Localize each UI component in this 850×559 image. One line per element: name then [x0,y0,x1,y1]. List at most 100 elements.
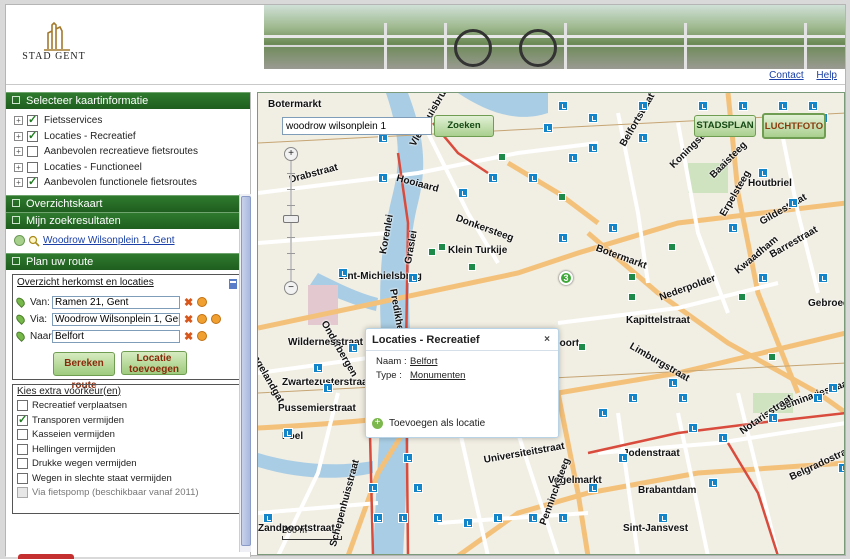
recreation-location-icon[interactable] [558,193,566,201]
section-layers[interactable]: Selecteer kaartinformatie [6,92,250,109]
bicycle-service-icon[interactable] [368,483,378,493]
recreation-location-icon[interactable] [628,273,636,281]
bicycle-service-icon[interactable] [828,383,838,393]
recreation-location-icon[interactable] [438,243,446,251]
recreation-location-icon[interactable] [738,293,746,301]
recreation-location-icon[interactable] [628,293,636,301]
to-input[interactable] [52,329,180,343]
map-search-input[interactable] [282,117,432,135]
bicycle-service-icon[interactable] [668,378,678,388]
search-button[interactable]: Zoeken [434,115,494,137]
expand-icon[interactable]: + [14,162,23,172]
bicycle-service-icon[interactable] [403,453,413,463]
add-as-location-link[interactable]: + Toevoegen als locatie [372,418,485,429]
bicycle-service-icon[interactable] [338,268,348,278]
bicycle-service-icon[interactable] [718,433,728,443]
expand-icon[interactable]: + [14,147,23,157]
bicycle-service-icon[interactable] [768,413,778,423]
close-icon[interactable]: × [544,329,550,351]
bicycle-service-icon[interactable] [688,423,698,433]
add-circle-icon[interactable] [14,235,25,246]
remove-icon[interactable]: ✖ [184,330,193,343]
move-down-icon[interactable] [197,314,208,324]
bicycle-service-icon[interactable] [558,513,568,523]
preference-checkbox[interactable] [17,443,28,455]
bicycle-service-icon[interactable] [588,143,598,153]
bicycle-service-icon[interactable] [528,513,538,523]
bicycle-service-icon[interactable] [408,273,418,283]
section-results[interactable]: Mijn zoekresultaten [6,211,250,229]
bicycle-service-icon[interactable] [618,453,628,463]
recreation-location-icon[interactable] [668,243,676,251]
bicycle-service-icon[interactable] [818,273,828,283]
calculate-route-button[interactable]: Bereken route [53,351,115,391]
bicycle-service-icon[interactable] [398,513,408,523]
bicycle-service-icon[interactable] [738,101,748,111]
bicycle-service-icon[interactable] [728,223,738,233]
bicycle-service-icon[interactable] [788,198,798,208]
bicycle-service-icon[interactable] [378,173,388,183]
via-input[interactable] [52,312,180,326]
move-up-icon[interactable] [197,331,208,341]
bicycle-service-icon[interactable] [488,173,498,183]
recreation-location-icon[interactable] [468,263,476,271]
preference-checkbox[interactable] [17,400,28,412]
zoom-in-icon[interactable]: + [284,147,298,161]
preference-checkbox[interactable] [17,413,28,426]
bicycle-service-icon[interactable] [598,408,608,418]
expand-icon[interactable]: + [14,131,23,141]
bicycle-service-icon[interactable] [323,383,333,393]
remove-icon[interactable]: ✖ [184,313,193,326]
bicycle-service-icon[interactable] [493,513,503,523]
bicycle-service-icon[interactable] [813,393,823,403]
move-up-icon[interactable] [211,314,222,324]
layer-checkbox[interactable] [27,113,38,127]
expand-icon[interactable]: + [14,178,23,188]
map-view[interactable]: BotermarktVleeshuisbrugDrabstraatHooiaar… [257,92,845,555]
bicycle-service-icon[interactable] [543,123,553,133]
contact-link[interactable]: Contact [769,70,803,81]
preference-checkbox[interactable] [17,458,28,470]
recreation-location-icon[interactable] [428,248,436,256]
stadsplan-button[interactable]: STADSPLAN [694,115,756,137]
bicycle-service-icon[interactable] [698,101,708,111]
from-input[interactable] [52,295,180,309]
bicycle-service-icon[interactable] [808,101,818,111]
scroll-thumb[interactable] [241,196,251,546]
bicycle-service-icon[interactable] [588,483,598,493]
bicycle-service-icon[interactable] [433,513,443,523]
sidebar-scrollbar[interactable] [239,194,251,552]
expand-icon[interactable]: + [14,116,23,126]
bicycle-service-icon[interactable] [413,483,423,493]
bicycle-service-icon[interactable] [558,233,568,243]
bicycle-service-icon[interactable] [558,101,568,111]
bicycle-service-icon[interactable] [373,513,383,523]
bicycle-service-icon[interactable] [313,363,323,373]
recreation-location-icon[interactable] [768,353,776,361]
help-link[interactable]: Help [816,70,837,81]
bicycle-service-icon[interactable] [758,273,768,283]
search-result-link[interactable]: Woodrow Wilsonplein 1, Gent [43,235,175,246]
zoom-slider-knob[interactable] [283,215,299,223]
bicycle-service-icon[interactable] [758,168,768,178]
layer-checkbox[interactable] [27,175,38,189]
bicycle-service-icon[interactable] [263,513,273,523]
bicycle-service-icon[interactable] [463,518,473,528]
preference-checkbox[interactable] [17,429,28,441]
bicycle-service-icon[interactable] [283,428,293,438]
luchtfoto-button[interactable]: LUCHTFOTO [762,113,826,139]
bicycle-service-icon[interactable] [678,393,688,403]
layer-checkbox[interactable] [27,146,38,158]
recreation-location-icon[interactable] [498,153,506,161]
bicycle-service-icon[interactable] [708,478,718,488]
bicycle-service-icon[interactable] [638,133,648,143]
zoom-out-icon[interactable]: − [284,281,298,295]
bicycle-service-icon[interactable] [348,343,358,353]
bicycle-service-icon[interactable] [778,101,788,111]
bicycle-service-icon[interactable] [528,173,538,183]
move-down-icon[interactable] [197,297,208,307]
section-route[interactable]: Plan uw route [6,252,250,270]
add-location-button[interactable]: Locatie toevoegen [121,350,187,375]
magnifier-icon[interactable] [28,235,40,247]
bicycle-service-icon[interactable] [568,153,578,163]
